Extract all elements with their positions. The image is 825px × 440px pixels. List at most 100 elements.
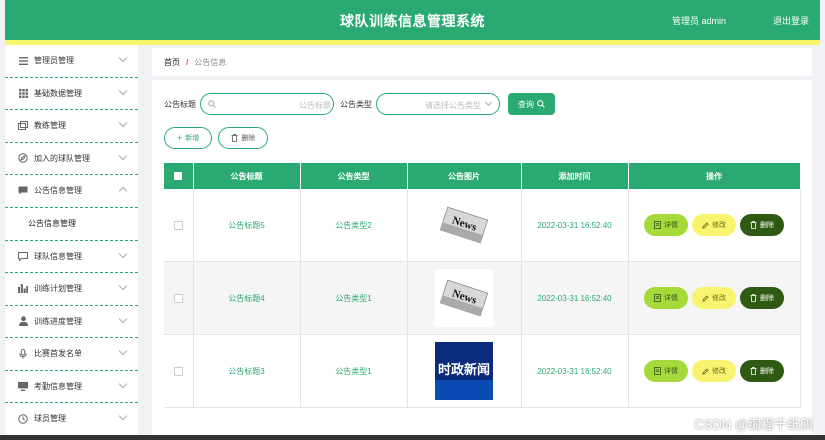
breadcrumb: 首页 / 公告信息 — [152, 48, 812, 76]
sidebar-item-starting-lineup[interactable]: 比赛首发名单 — [5, 338, 138, 371]
image-cell: News — [407, 189, 522, 262]
detail-label: 详情 — [664, 368, 678, 375]
plus-icon: + — [177, 133, 183, 143]
sidebar-item-label: 球队信息管理 — [34, 251, 82, 261]
detail-button[interactable]: 详情 — [644, 287, 688, 309]
sidebar-item-team-info[interactable]: 球队信息管理 — [5, 241, 138, 273]
query-button[interactable]: 查询 — [508, 93, 555, 115]
chat-icon — [18, 186, 28, 196]
delete-button[interactable]: 删除 — [740, 214, 784, 236]
sidebar-item-attendance[interactable]: 考勤信息管理 — [5, 371, 138, 403]
image-cell: News — [407, 261, 522, 335]
row-checkbox[interactable] — [173, 293, 183, 303]
chevron-down-icon — [118, 314, 128, 323]
sidebar-item-label: 训练进度管理 — [34, 316, 82, 326]
sidebar: 管理员管理 基础数据管理 教练管理 加入的球队管理 公告信息管理 公告信息管理 … — [5, 45, 138, 440]
watermark: CSDN @编程千纸鹤 — [694, 417, 813, 432]
sidebar-item-label: 管理员管理 — [34, 56, 74, 66]
sidebar-item-label: 训练计划管理 — [34, 284, 82, 294]
breadcrumb-home[interactable]: 首页 — [164, 57, 180, 68]
window-icon — [18, 121, 28, 131]
trash-icon — [750, 221, 757, 229]
add-button[interactable]: + 新增 — [164, 127, 213, 149]
logout-link[interactable]: 退出登录 — [773, 14, 809, 27]
edit-label: 修改 — [712, 368, 726, 375]
add-button-label: 新增 — [185, 135, 200, 142]
row-checkbox[interactable] — [173, 220, 183, 230]
affairs-image-text: 时政新闻 — [438, 362, 490, 378]
trash-icon — [750, 294, 757, 302]
window-bottom-edge — [0, 435, 825, 440]
operation-cell: 详情 修改 删除 — [628, 334, 801, 408]
sidebar-item-admin[interactable]: 管理员管理 — [5, 45, 138, 78]
sidebar-item-label: 比赛首发名单 — [34, 349, 82, 359]
detail-button[interactable]: 详情 — [644, 214, 688, 236]
sidebar-item-coach[interactable]: 教练管理 — [5, 110, 138, 143]
action-bar: + 新增 删除 — [164, 127, 274, 149]
type-cell: 公告类型1 — [300, 334, 408, 408]
sidebar-item-training-plan[interactable]: 训练计划管理 — [5, 273, 138, 306]
edit-button[interactable]: 修改 — [692, 287, 736, 309]
sidebar-item-label: 基础数据管理 — [34, 88, 82, 98]
message-icon — [18, 251, 28, 261]
pencil-icon — [702, 294, 709, 302]
delete-label: 删除 — [760, 368, 774, 375]
row-checkbox[interactable] — [173, 366, 183, 376]
search-icon — [208, 100, 216, 110]
column-header: 添加时间 — [521, 163, 629, 189]
mic-icon — [18, 348, 28, 359]
chevron-down-icon — [484, 98, 493, 107]
delete-label: 删除 — [760, 295, 774, 302]
title-search-field — [200, 93, 334, 116]
time-cell: 2022-03-31 16:52:40 — [521, 261, 629, 335]
clock-icon — [18, 414, 28, 424]
sidebar-item-joined-team[interactable]: 加入的球队管理 — [5, 143, 138, 175]
edit-label: 修改 — [712, 222, 726, 229]
select-all-checkbox[interactable] — [174, 172, 183, 181]
table-row: 公告标题5 公告类型2 News 2022-03-31 16:52:40 详情 … — [164, 189, 801, 262]
type-filter-label: 公告类型 — [340, 99, 372, 109]
sidebar-subitem-notice[interactable]: 公告信息管理 — [5, 208, 138, 241]
sidebar-item-notice[interactable]: 公告信息管理 — [5, 175, 138, 208]
chevron-down-icon — [118, 151, 128, 160]
title-filter-label: 公告标题 — [164, 99, 196, 109]
title-search-input[interactable] — [219, 94, 333, 116]
sidebar-item-player[interactable]: 球员管理 — [5, 403, 138, 436]
user-icon — [18, 316, 28, 327]
edit-button[interactable]: 修改 — [692, 214, 736, 236]
search-bar: 公告标题 公告类型 请选择公告类型 查询 — [164, 92, 555, 116]
row-select-cell — [164, 261, 194, 335]
select-all-cell — [164, 163, 194, 189]
chevron-down-icon — [118, 118, 128, 128]
sidebar-item-label: 球员管理 — [34, 414, 66, 424]
chevron-down-icon — [118, 53, 128, 63]
type-select[interactable]: 请选择公告类型 — [376, 93, 500, 115]
delete-button[interactable]: 删除 — [740, 360, 784, 382]
operation-cell: 详情 修改 删除 — [628, 261, 801, 335]
type-cell: 公告类型2 — [300, 189, 408, 262]
sidebar-item-training-progress[interactable]: 训练进度管理 — [5, 306, 138, 338]
detail-label: 详情 — [664, 295, 678, 302]
operation-cell: 详情 修改 删除 — [628, 189, 801, 262]
trash-icon — [231, 134, 238, 142]
sidebar-item-label: 教练管理 — [34, 121, 66, 131]
notice-table: 公告标题 公告类型 公告图片 添加时间 操作 公告标题5 公告类型2 News … — [164, 163, 801, 408]
delete-button[interactable]: 删除 — [740, 287, 784, 309]
type-cell: 公告类型1 — [300, 261, 408, 335]
edit-button[interactable]: 修改 — [692, 360, 736, 382]
sidebar-item-label: 公告信息管理 — [34, 186, 82, 196]
batch-delete-button[interactable]: 删除 — [218, 127, 269, 149]
sidebar-item-label: 加入的球队管理 — [34, 153, 90, 163]
sidebar-item-basic-data[interactable]: 基础数据管理 — [5, 78, 138, 110]
batch-delete-label: 删除 — [241, 135, 256, 142]
detail-button[interactable]: 详情 — [644, 360, 688, 382]
chevron-down-icon — [118, 346, 128, 356]
title-cell: 公告标题5 — [193, 189, 301, 262]
chevron-down-icon — [118, 411, 128, 421]
pencil-icon — [702, 221, 709, 229]
column-header: 公告标题 — [193, 163, 301, 189]
edit-label: 修改 — [712, 295, 726, 302]
type-select-placeholder: 请选择公告类型 — [425, 101, 481, 110]
column-header: 公告图片 — [407, 163, 522, 189]
sidebar-item-label: 考勤信息管理 — [34, 381, 82, 391]
